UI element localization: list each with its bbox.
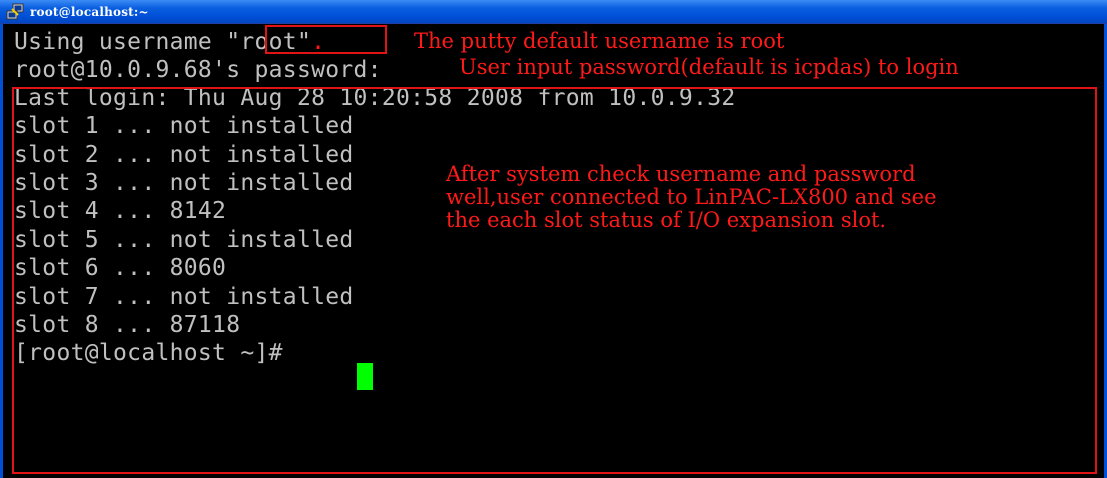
terminal-screen[interactable]: Using username "root". root@10.0.9.68's … xyxy=(3,25,1104,478)
status-annotation-line: After system check username and password xyxy=(446,162,916,186)
putty-icon xyxy=(6,3,24,21)
password-annotation: User input password(default is icpdas) t… xyxy=(459,55,959,79)
putty-window: root@localhost:~ Using username "root". … xyxy=(0,0,1107,478)
username-prefix: Using username xyxy=(14,29,227,55)
username-annotation: The putty default username is root xyxy=(414,29,785,53)
window-title: root@localhost:~ xyxy=(30,4,149,19)
status-annotation-line: the each slot status of I/O expansion sl… xyxy=(446,208,887,232)
status-annotation-line: well,user connected to LinPAC-LX800 and … xyxy=(446,185,937,209)
output-highlight-box xyxy=(12,87,1097,474)
username-highlight-box xyxy=(265,25,387,54)
password-prompt: root@10.0.9.68's password: xyxy=(14,57,382,83)
title-bar[interactable]: root@localhost:~ xyxy=(0,0,1107,24)
